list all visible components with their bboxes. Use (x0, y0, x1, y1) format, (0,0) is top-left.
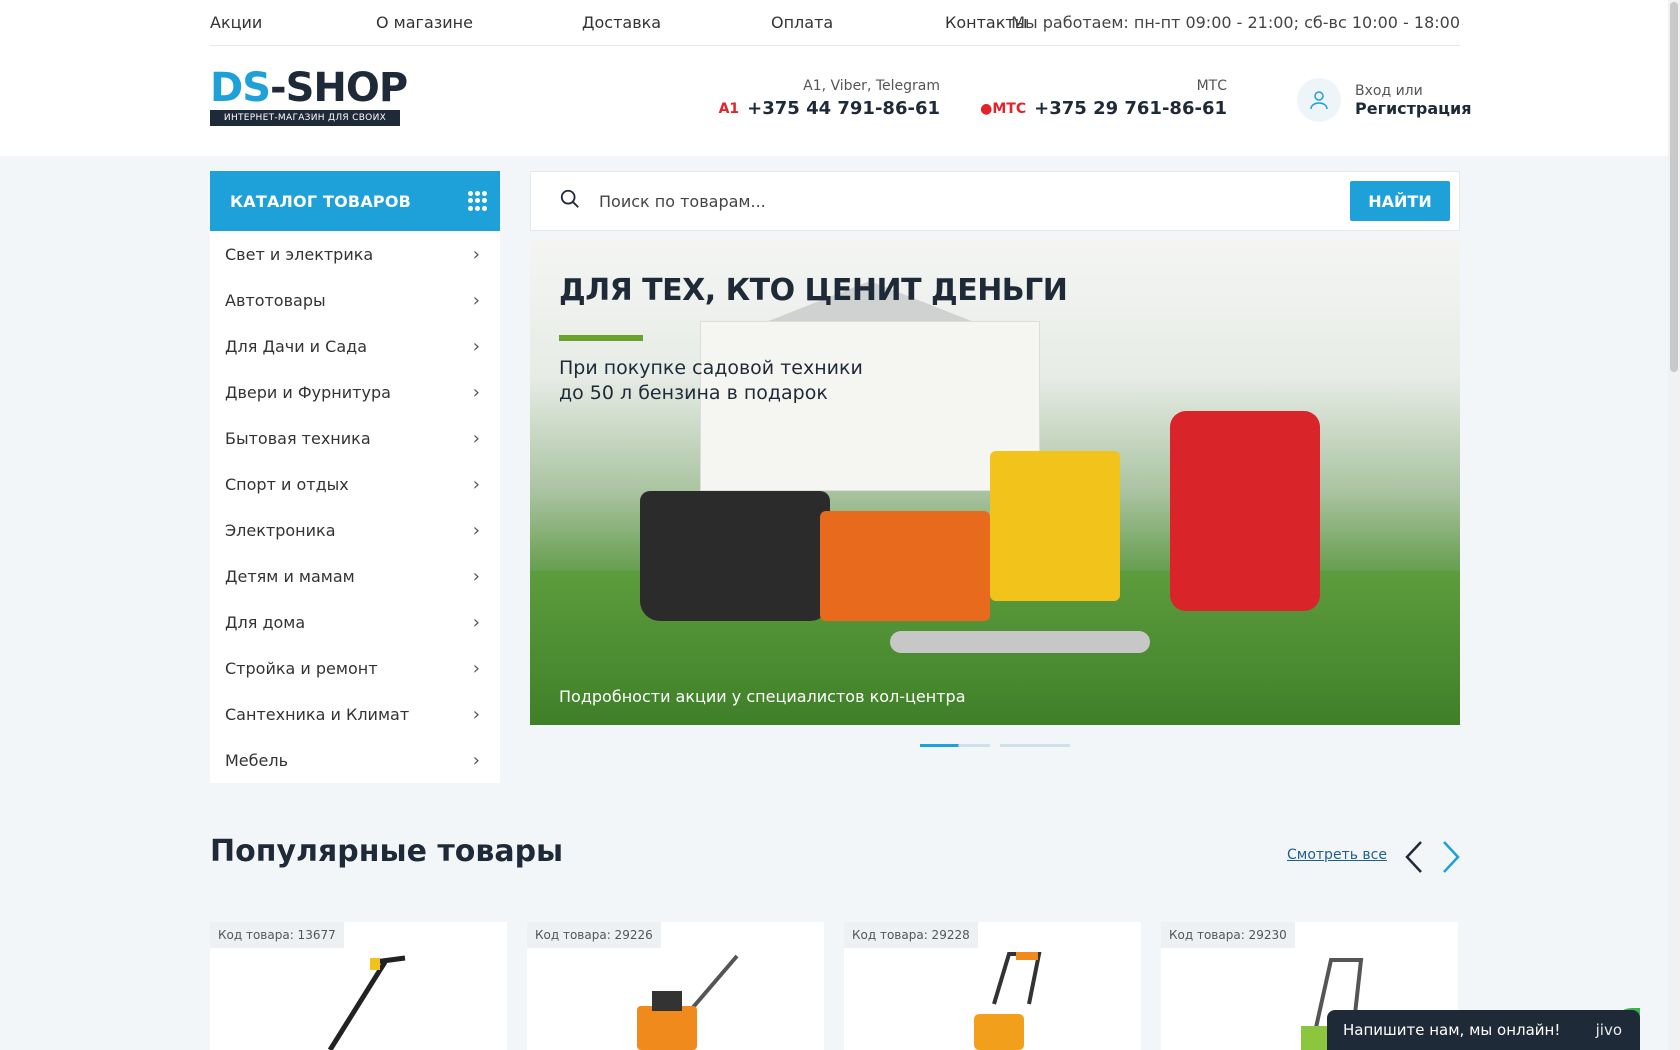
register-link[interactable]: Регистрация (1355, 99, 1472, 118)
banner-accent-line (559, 335, 643, 341)
popular-products-title: Популярные товары (210, 834, 564, 869)
phone-a1-caption: A1, Viber, Telegram (803, 78, 940, 94)
arrow-right-icon[interactable] (1440, 840, 1462, 874)
login-label: Вход или (1355, 82, 1423, 99)
catalog-item-electronics[interactable]: Электроника › (210, 507, 500, 553)
catalog-item-construction[interactable]: Стройка и ремонт › (210, 645, 500, 691)
catalog-item-plumbing[interactable]: Сантехника и Климат › (210, 691, 500, 737)
phone-mts: МТС ●МТС +375 29 761-86-61 (980, 78, 1227, 119)
top-nav: Акции О магазине Доставка Оплата Контакт… (210, 0, 1460, 46)
cultivator-image (990, 451, 1120, 601)
chevron-right-icon: › (472, 657, 480, 679)
catalog-item-light-electrics[interactable]: Свет и электрика › (210, 231, 500, 277)
chevron-right-icon: › (472, 749, 480, 771)
site-logo[interactable]: DS-SHOP ИНТЕРНЕТ-МАГАЗИН ДЛЯ СВОИХ (210, 65, 408, 132)
arrow-left-icon[interactable] (1403, 840, 1425, 874)
slider-pagination (920, 744, 1070, 747)
user-icon (1297, 78, 1341, 122)
catalog-menu: Свет и электрика › Автотовары › Для Дачи и… (210, 231, 500, 783)
catalog-item-doors[interactable]: Двери и Фурнитура › (210, 369, 500, 415)
chevron-right-icon: › (472, 335, 480, 357)
phone-mts-number[interactable]: +375 29 761-86-61 (1034, 98, 1227, 119)
catalog-item-appliances[interactable]: Бытовая техника › (210, 415, 500, 461)
banner-house (700, 321, 1040, 491)
chevron-right-icon: › (472, 381, 480, 403)
product-code: Код товара: 29230 (1161, 922, 1295, 948)
promo-banner[interactable]: ДЛЯ ТЕХ, КТО ЦЕНИТ ДЕНЬГИ При покупке са… (530, 241, 1460, 725)
phone-a1-number[interactable]: +375 44 791-86-61 (747, 98, 940, 119)
chevron-right-icon: › (472, 703, 480, 725)
grid-menu-icon (468, 191, 488, 211)
nav-link-delivery[interactable]: Доставка (582, 13, 661, 32)
page-scrollbar[interactable] (1668, 0, 1680, 1050)
nav-link-promotions[interactable]: Акции (210, 13, 262, 32)
chainsaw-image (890, 631, 1150, 653)
chevron-right-icon: › (472, 519, 480, 541)
product-code: Код товара: 13677 (210, 922, 344, 948)
site-header: Акции О магазине Доставка Оплата Контакт… (0, 0, 1680, 156)
slider-dot-2[interactable] (1000, 744, 1070, 747)
catalog-title: КАТАЛОГ ТОВАРОВ (230, 191, 412, 211)
account-login[interactable]: Вход или Регистрация (1297, 78, 1472, 122)
product-image (327, 955, 406, 1050)
product-card[interactable]: Код товара: 29226 (527, 922, 824, 1050)
chevron-right-icon: › (472, 611, 480, 633)
catalog-item-home[interactable]: Для дома › (210, 599, 500, 645)
lawnmower-image (820, 511, 990, 621)
catalog-item-furniture[interactable]: Мебель › (210, 737, 500, 783)
lawnmower-image (640, 491, 830, 621)
nav-link-about[interactable]: О магазине (376, 13, 473, 32)
product-image (974, 952, 1042, 1050)
catalog-item-sport[interactable]: Спорт и отдых › (210, 461, 500, 507)
product-card[interactable]: Код товара: 29228 (844, 922, 1141, 1050)
chat-prompt: Напишите нам, мы онлайн! (1343, 1021, 1561, 1039)
chevron-right-icon: › (472, 243, 480, 265)
logo-wordmark: DS-SHOP (210, 65, 408, 111)
search-bar: НАЙТИ (530, 171, 1460, 231)
catalog-item-kids[interactable]: Детям и мамам › (210, 553, 500, 599)
search-button[interactable]: НАЙТИ (1350, 181, 1450, 221)
fuel-canister-image (1170, 411, 1320, 611)
phone-a1: A1, Viber, Telegram A1 +375 44 791-86-61 (719, 78, 940, 119)
mts-logo-icon: ●МТС (980, 100, 1027, 117)
a1-logo-icon: A1 (718, 100, 740, 117)
catalog-toggle[interactable]: КАТАЛОГ ТОВАРОВ (210, 171, 500, 231)
slider-dot-1[interactable] (920, 744, 990, 747)
chevron-right-icon: › (472, 427, 480, 449)
search-icon (559, 188, 581, 214)
product-image (637, 954, 739, 1050)
product-code: Код товара: 29226 (527, 922, 661, 948)
live-chat-widget[interactable]: Напишите нам, мы онлайн! jivo (1327, 1010, 1640, 1050)
catalog-item-auto[interactable]: Автотовары › (210, 277, 500, 323)
banner-headline: ДЛЯ ТЕХ, КТО ЦЕНИТ ДЕНЬГИ (559, 273, 1068, 308)
nav-link-payment[interactable]: Оплата (771, 13, 833, 32)
working-hours: Мы работаем: пн-пт 09:00 - 21:00; сб-вс … (1011, 13, 1460, 32)
search-input[interactable] (599, 191, 1350, 211)
see-all-link[interactable]: Смотреть все (1287, 847, 1387, 863)
scrollbar-thumb[interactable] (1670, 2, 1678, 372)
phone-mts-caption: МТС (1196, 78, 1227, 94)
banner-subtitle: При покупке садовой техники до 50 л бенз… (559, 357, 863, 404)
product-card[interactable]: Код товара: 13677 (210, 922, 507, 1050)
logo-tagline: ИНТЕРНЕТ-МАГАЗИН ДЛЯ СВОИХ (210, 110, 400, 126)
chevron-right-icon: › (472, 473, 480, 495)
chevron-right-icon: › (472, 565, 480, 587)
catalog-item-garden[interactable]: Для Дачи и Сада › (210, 323, 500, 369)
jivo-logo: jivo (1595, 1021, 1622, 1039)
chevron-right-icon: › (472, 289, 480, 311)
banner-note: Подробности акции у специалистов кол-цен… (559, 687, 966, 706)
product-carousel: Код товара: 13677 Код товара: 29226 Код … (210, 922, 1460, 1050)
